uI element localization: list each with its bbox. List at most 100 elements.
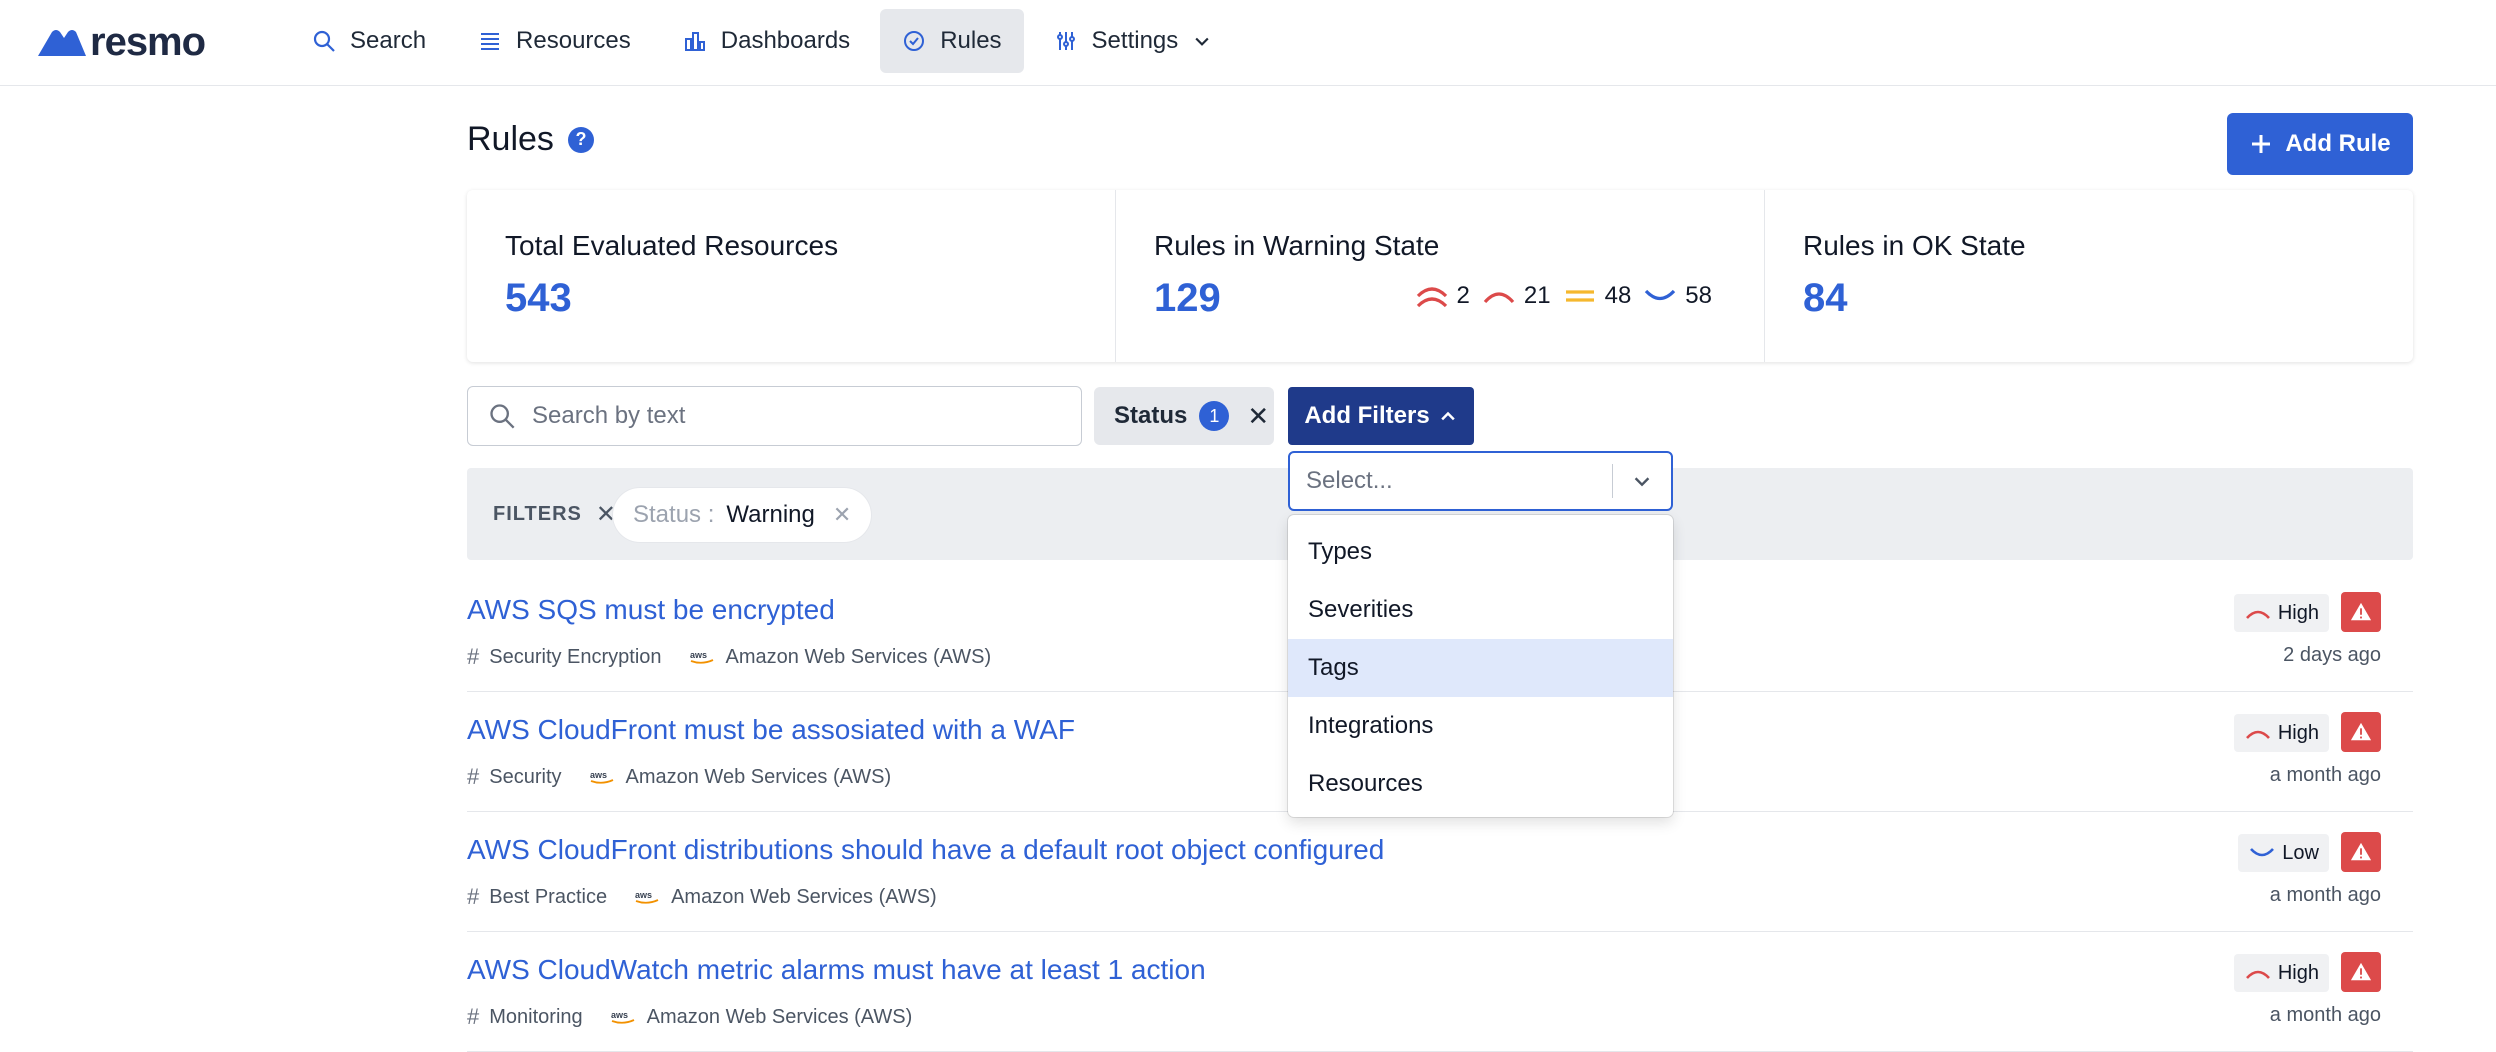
filter-type-menu: Types Severities Tags Integrations Resou… (1288, 515, 1673, 817)
rule-title-link[interactable]: AWS CloudFront distributions should have… (467, 834, 1384, 866)
high-severity-icon (2245, 730, 2270, 739)
filter-key: Status : (633, 501, 715, 528)
close-icon[interactable]: ✕ (1247, 401, 1269, 432)
high-severity-icon (1483, 292, 1515, 304)
svg-text:aws: aws (611, 1010, 628, 1020)
rule-title-link[interactable]: AWS CloudFront must be assosiated with a… (467, 714, 1075, 746)
top-navbar: resmo Search Resources Dashboards Rules … (0, 0, 2496, 86)
search-box (467, 386, 1082, 446)
nav-label: Search (350, 27, 427, 54)
resmo-logo-icon (38, 30, 86, 56)
rule-integration: Amazon Web Services (AWS) (671, 885, 937, 908)
list-icon (481, 33, 500, 50)
nav-item-dashboards[interactable]: Dashboards (661, 9, 872, 73)
severity-medium-count[interactable]: 48 (1563, 282, 1631, 310)
page-title-text: Rules (467, 120, 554, 158)
nav-item-rules[interactable]: Rules (880, 9, 1024, 73)
menu-option-tags[interactable]: Tags (1288, 639, 1673, 697)
menu-option-resources[interactable]: Resources (1288, 755, 1673, 813)
chevron-down-icon (1634, 477, 1650, 487)
status-chip-label: Status (1114, 402, 1188, 429)
severity-counts: 2 21 48 58 (1415, 282, 1712, 310)
warning-status-icon (2341, 592, 2381, 632)
count: 21 (1523, 282, 1551, 309)
bar-chart-icon (684, 32, 705, 51)
menu-option-severities[interactable]: Severities (1288, 581, 1673, 639)
resmo-logo[interactable]: resmo (38, 20, 206, 64)
count: 58 (1685, 282, 1712, 309)
chevron-up-icon (1440, 411, 1455, 421)
severity-badge: Low (2238, 834, 2329, 872)
add-filters-label: Add Filters (1304, 402, 1430, 429)
filters-label-text: FILTERS (493, 503, 582, 525)
stat-label: Rules in Warning State (1154, 230, 1440, 261)
aws-icon: aws (611, 1010, 635, 1024)
svg-text:aws: aws (635, 890, 652, 900)
stats-panel: Total Evaluated Resources 543 Rules in W… (467, 190, 2413, 362)
nav-item-resources[interactable]: Resources (456, 9, 653, 73)
filters-label: FILTERS ✕ (493, 500, 617, 529)
rule-tags: Security (489, 765, 562, 788)
aws-icon: aws (635, 890, 659, 904)
warning-status-icon (2341, 712, 2381, 752)
warning-icon (2350, 962, 2372, 981)
severity-low-count[interactable]: 58 (1643, 282, 1712, 310)
low-severity-icon (2250, 848, 2275, 857)
rule-integration: Amazon Web Services (AWS) (646, 1005, 913, 1028)
menu-option-integrations[interactable]: Integrations (1288, 697, 1673, 755)
warning-status-icon (2341, 832, 2381, 872)
nav-item-settings[interactable]: Settings (1032, 9, 1235, 73)
hash-icon: # (467, 1004, 480, 1029)
warning-status-icon (2341, 952, 2381, 992)
high-severity-icon (2245, 610, 2270, 619)
select-toggle[interactable] (1613, 470, 1671, 492)
filter-type-select[interactable]: Select... (1288, 451, 1673, 511)
rule-meta: # Monitoring aws Amazon Web Services (AW… (467, 1004, 912, 1030)
menu-option-types[interactable]: Types (1288, 523, 1673, 581)
nav-item-search[interactable]: Search (290, 9, 448, 73)
severity-label: Low (2282, 841, 2319, 864)
low-severity-icon (1645, 289, 1676, 301)
nav-label: Settings (1091, 27, 1179, 54)
rule-tags: Monitoring (489, 1005, 583, 1028)
chevron-down-icon (1195, 37, 1209, 46)
help-icon[interactable]: ? (567, 126, 594, 153)
status-chip-count: 1 (1199, 401, 1230, 431)
stat-ok-state: Rules in OK State 84 (1764, 190, 2413, 362)
severity-label: High (2277, 721, 2319, 744)
medium-severity-icon (1565, 290, 1594, 302)
rule-meta: # Best Practice aws Amazon Web Services … (467, 884, 937, 910)
search-icon (490, 404, 515, 429)
rule-tags: Security Encryption (489, 645, 662, 668)
rule-title-link[interactable]: AWS CloudWatch metric alarms must have a… (467, 954, 1206, 986)
check-circle-icon (904, 31, 925, 51)
hash-icon: # (467, 764, 480, 789)
remove-filter-icon[interactable]: ✕ (833, 502, 851, 528)
sliders-icon (1056, 32, 1075, 50)
search-input[interactable] (532, 402, 1052, 430)
rule-tags: Best Practice (489, 885, 608, 908)
add-filters-button[interactable]: Add Filters (1288, 387, 1474, 445)
rule-integration: Amazon Web Services (AWS) (625, 765, 892, 788)
rule-timestamp: a month ago (2269, 884, 2381, 906)
warning-icon (2350, 842, 2372, 861)
aws-icon: aws (590, 770, 613, 784)
add-rule-button[interactable]: Add Rule (2227, 113, 2413, 175)
severity-label: High (2277, 961, 2319, 984)
add-rule-label: Add Rule (2285, 130, 2391, 157)
filter-value: Warning (726, 501, 815, 528)
page-title: Rules ? (467, 120, 594, 159)
rule-row: AWS CloudFront distributions should have… (467, 812, 2413, 932)
nav-label: Dashboards (720, 27, 851, 54)
stat-label: Rules in OK State (1803, 230, 2026, 261)
severity-high-count[interactable]: 21 (1482, 282, 1551, 310)
rule-meta: # Security aws Amazon Web Services (AWS) (467, 764, 891, 790)
rule-title-link[interactable]: AWS SQS must be encrypted (467, 594, 835, 626)
severity-label: High (2277, 601, 2319, 624)
logo-text: resmo (90, 20, 206, 64)
hash-icon: # (467, 884, 480, 909)
count: 2 (1456, 282, 1470, 309)
rule-row: AWS CloudWatch metric alarms must have a… (467, 932, 2413, 1052)
status-filter-chip[interactable]: Status 1 ✕ (1094, 387, 1274, 445)
severity-critical-count[interactable]: 2 (1415, 282, 1470, 310)
